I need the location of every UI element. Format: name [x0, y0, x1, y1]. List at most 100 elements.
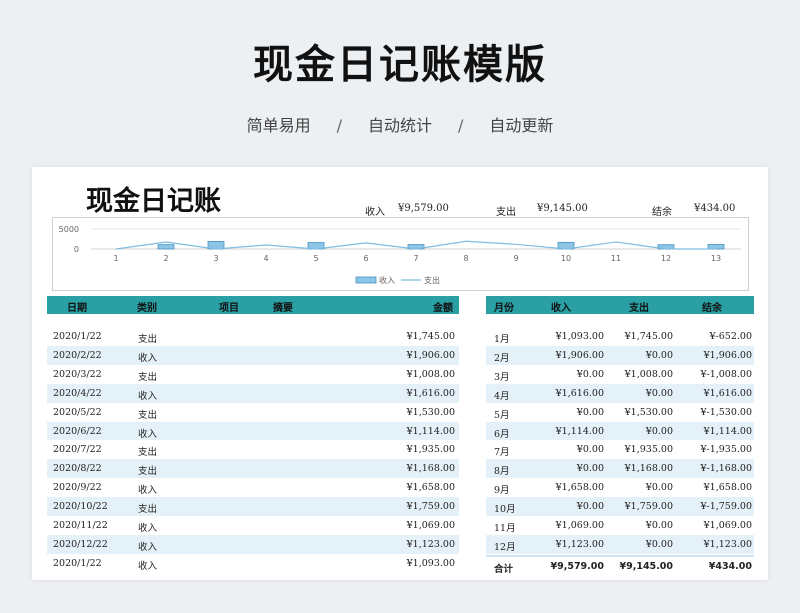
table-row[interactable]: 2020/1/22 支出 ¥1,745.00 [47, 327, 459, 346]
table-row[interactable]: 2020/2/22 收入 ¥1,906.00 [47, 345, 459, 365]
table-row[interactable]: 3月 ¥0.00 ¥1,008.00 ¥-1,008.00 [486, 365, 754, 384]
row-income: ¥0.00 [576, 463, 604, 475]
table-row[interactable]: 2020/10/22 支出 ¥1,759.00 [47, 497, 459, 516]
x-tick-label: 1 [113, 254, 118, 263]
table-row[interactable]: 8月 ¥0.00 ¥1,168.00 ¥-1,168.00 [486, 459, 754, 479]
table-row[interactable]: 11月 ¥1,069.00 ¥0.00 ¥1,069.00 [486, 516, 754, 535]
row-income: ¥1,658.00 [555, 482, 604, 494]
chart-svg: 500001 2 3 4 5 6 7 8 9 10 11 12 13收入 支出 [59, 225, 741, 285]
summary-expense-value: ¥9,145.00 [537, 203, 588, 214]
row-category: 收入 [138, 560, 158, 572]
row-date: 2020/11/22 [53, 520, 108, 531]
row-date: 2020/9/22 [53, 482, 102, 494]
summary-income-label: 收入 [365, 207, 385, 218]
row-balance: ¥-1,759.00 [700, 501, 752, 513]
row-income: ¥1,906.00 [555, 349, 604, 361]
table-row[interactable]: 2020/12/22 收入 ¥1,123.00 [47, 534, 459, 554]
row-balance: ¥1,114.00 [703, 425, 752, 437]
header-income: 收入 [551, 303, 571, 314]
table-row[interactable]: 2020/1/22 收入 ¥1,093.00 [47, 554, 459, 573]
row-amount: ¥1,745.00 [406, 331, 455, 342]
table-row[interactable]: 2020/6/22 收入 ¥1,114.00 [47, 421, 459, 441]
header-item: 项目 [219, 303, 239, 314]
tagline-2: 自动统计 [367, 116, 432, 135]
row-amount: ¥1,069.00 [406, 520, 455, 531]
row-income: ¥1,093.00 [555, 331, 604, 342]
table-row[interactable]: 2020/4/22 收入 ¥1,616.00 [47, 383, 459, 403]
ledger-header: 日期 类别 项目 摘要 金额 [47, 296, 459, 314]
header-month: 月份 [494, 303, 514, 314]
row-category: 收入 [138, 541, 158, 553]
row-expense: ¥0.00 [645, 425, 673, 437]
table-row[interactable]: 10月 ¥0.00 ¥1,759.00 ¥-1,759.00 [486, 497, 754, 516]
row-month: 11月 [494, 523, 516, 534]
row-month: 6月 [494, 428, 510, 440]
monthly-header: 月份 收入 支出 结余 [486, 296, 754, 314]
legend-bar-swatch [355, 276, 377, 284]
row-amount: ¥1,530.00 [406, 406, 455, 418]
row-month: 12月 [494, 541, 516, 553]
row-balance: ¥1,123.00 [703, 538, 752, 550]
row-month: 8月 [494, 466, 510, 478]
table-row[interactable]: 12月 ¥1,123.00 ¥0.00 ¥1,123.00 [486, 534, 754, 554]
row-balance: ¥-652.00 [709, 331, 753, 342]
header-category: 类别 [137, 303, 157, 314]
row-expense: ¥1,935.00 [624, 444, 673, 456]
header-balance: 结余 [702, 303, 722, 314]
table-row[interactable]: 6月 ¥1,114.00 ¥0.00 ¥1,114.00 [486, 421, 754, 441]
row-expense: ¥1,008.00 [624, 368, 673, 380]
income-expense-chart: 5000 0 1 2 3 4 5 6 7 8 9 10 11 12 13 收入 支出 [52, 217, 749, 291]
row-category: 收入 [138, 352, 158, 364]
row-month: 10月 [494, 504, 516, 516]
table-row[interactable]: 4月 ¥1,616.00 ¥0.00 ¥1,616.00 [486, 383, 754, 403]
row-category: 支出 [138, 447, 158, 459]
table-row[interactable]: 2020/8/22 支出 ¥1,168.00 [47, 459, 459, 479]
table-row[interactable]: 2020/9/22 收入 ¥1,658.00 [47, 478, 459, 497]
tagline: 简单易用 / 自动统计 / 自动更新 [0, 112, 800, 136]
row-income: ¥1,616.00 [555, 387, 604, 399]
table-row[interactable]: 2020/5/22 支出 ¥1,530.00 [47, 403, 459, 422]
table-row[interactable]: 1月 ¥1,093.00 ¥1,745.00 ¥-652.00 [486, 327, 754, 346]
row-date: 2020/2/22 [53, 349, 102, 361]
table-row[interactable]: 7月 ¥0.00 ¥1,935.00 ¥-1,935.00 [486, 440, 754, 459]
table-row[interactable]: 2020/3/22 支出 ¥1,008.00 [47, 365, 459, 384]
row-amount: ¥1,123.00 [406, 538, 455, 550]
row-expense: ¥0.00 [645, 482, 673, 494]
table-row[interactable]: 2020/7/22 支出 ¥1,935.00 [47, 440, 459, 459]
header-amount: 金额 [433, 303, 453, 314]
row-income: ¥0.00 [576, 444, 604, 456]
row-amount: ¥1,616.00 [406, 387, 455, 399]
summary-expense-label: 支出 [496, 207, 516, 218]
row-income: ¥0.00 [576, 368, 604, 380]
row-category: 收入 [138, 485, 158, 497]
row-income: ¥1,123.00 [555, 538, 604, 550]
row-category: 收入 [138, 523, 158, 534]
header-note: 摘要 [273, 303, 293, 314]
row-expense: ¥0.00 [645, 538, 673, 550]
row-category: 支出 [138, 334, 158, 345]
table-row[interactable]: 5月 ¥0.00 ¥1,530.00 ¥-1,530.00 [486, 403, 754, 422]
row-expense: ¥1,168.00 [624, 463, 673, 475]
x-tick-label: 2 [163, 254, 168, 263]
row-date: 2020/8/22 [53, 463, 102, 475]
summary-balance-value: ¥434.00 [694, 203, 736, 214]
monthly-table: 月份 收入 支出 结余 1月 ¥1,093.00 ¥1,745.00 ¥-652.00… [486, 296, 754, 578]
table-row[interactable]: 2月 ¥1,906.00 ¥0.00 ¥1,906.00 [486, 345, 754, 365]
row-income: ¥1,069.00 [555, 520, 604, 531]
row-balance: ¥-1,935.00 [700, 444, 752, 456]
row-date: 2020/5/22 [53, 406, 102, 418]
header-date: 日期 [67, 303, 87, 314]
tagline-separator: / [336, 116, 342, 135]
row-category: 收入 [138, 428, 158, 440]
row-balance: ¥1,658.00 [703, 482, 752, 494]
x-tick-label: 9 [513, 254, 518, 263]
row-income: ¥0.00 [576, 406, 604, 418]
table-row[interactable]: 2020/11/22 收入 ¥1,069.00 [47, 516, 459, 535]
row-expense: ¥0.00 [645, 387, 673, 399]
row-month: 5月 [494, 409, 510, 421]
row-category: 收入 [138, 390, 158, 402]
row-balance: ¥-1,168.00 [700, 463, 752, 475]
table-row[interactable]: 9月 ¥1,658.00 ¥0.00 ¥1,658.00 [486, 478, 754, 497]
x-tick-label: 3 [213, 254, 218, 263]
ledger-table: 日期 类别 项目 摘要 金额 2020/1/22 支出 ¥1,745.00 2020/… [47, 296, 459, 578]
